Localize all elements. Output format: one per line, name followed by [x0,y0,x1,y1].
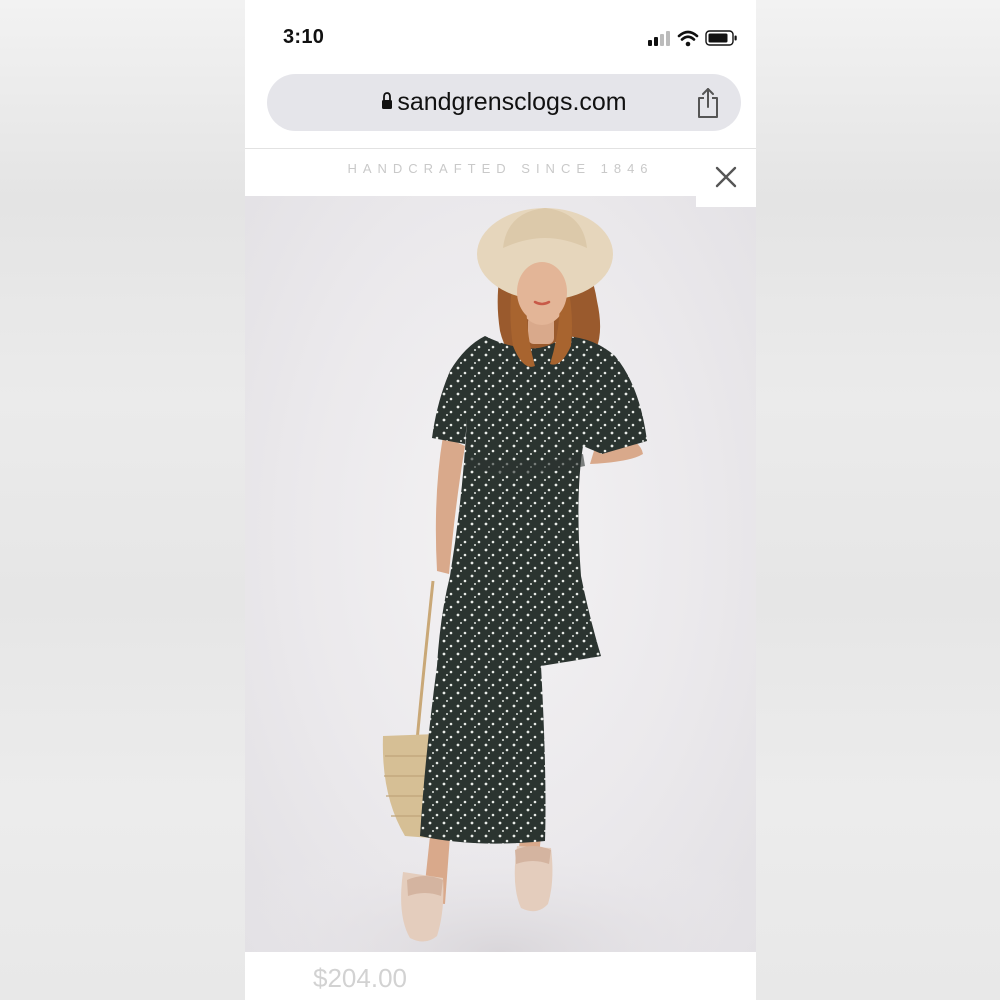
lock-icon [382,92,393,110]
status-bar: 3:10 [245,0,756,70]
close-button[interactable] [696,149,756,207]
url-text: sandgrensclogs.com [397,88,627,116]
share-icon[interactable] [695,87,721,119]
left-clog-strap [407,876,443,896]
price-bar: $204.00 [245,952,756,1000]
right-blur-margin [756,0,1000,1000]
wifi-icon [677,30,699,47]
model-illustration [245,208,756,952]
product-price: $204.00 [313,963,407,993]
signal-icon [648,31,670,46]
site-banner: HANDCRAFTED SINCE 1846 [245,149,756,195]
left-blur-margin [0,0,245,1000]
phone-screen: 3:10 sandgrensclogs.com HANDCRAFTED SINC… [245,0,756,1000]
status-icons [648,30,737,47]
basket-handle [415,580,435,742]
address-bar[interactable]: sandgrensclogs.com [267,74,741,131]
close-icon [715,166,737,188]
battery-icon [705,30,737,46]
site-tagline: HANDCRAFTED SINCE 1846 [347,161,654,176]
product-photo[interactable] [245,196,756,952]
status-time: 3:10 [283,26,325,48]
url-display[interactable]: sandgrensclogs.com [267,88,741,117]
face-under-hat [517,262,567,322]
